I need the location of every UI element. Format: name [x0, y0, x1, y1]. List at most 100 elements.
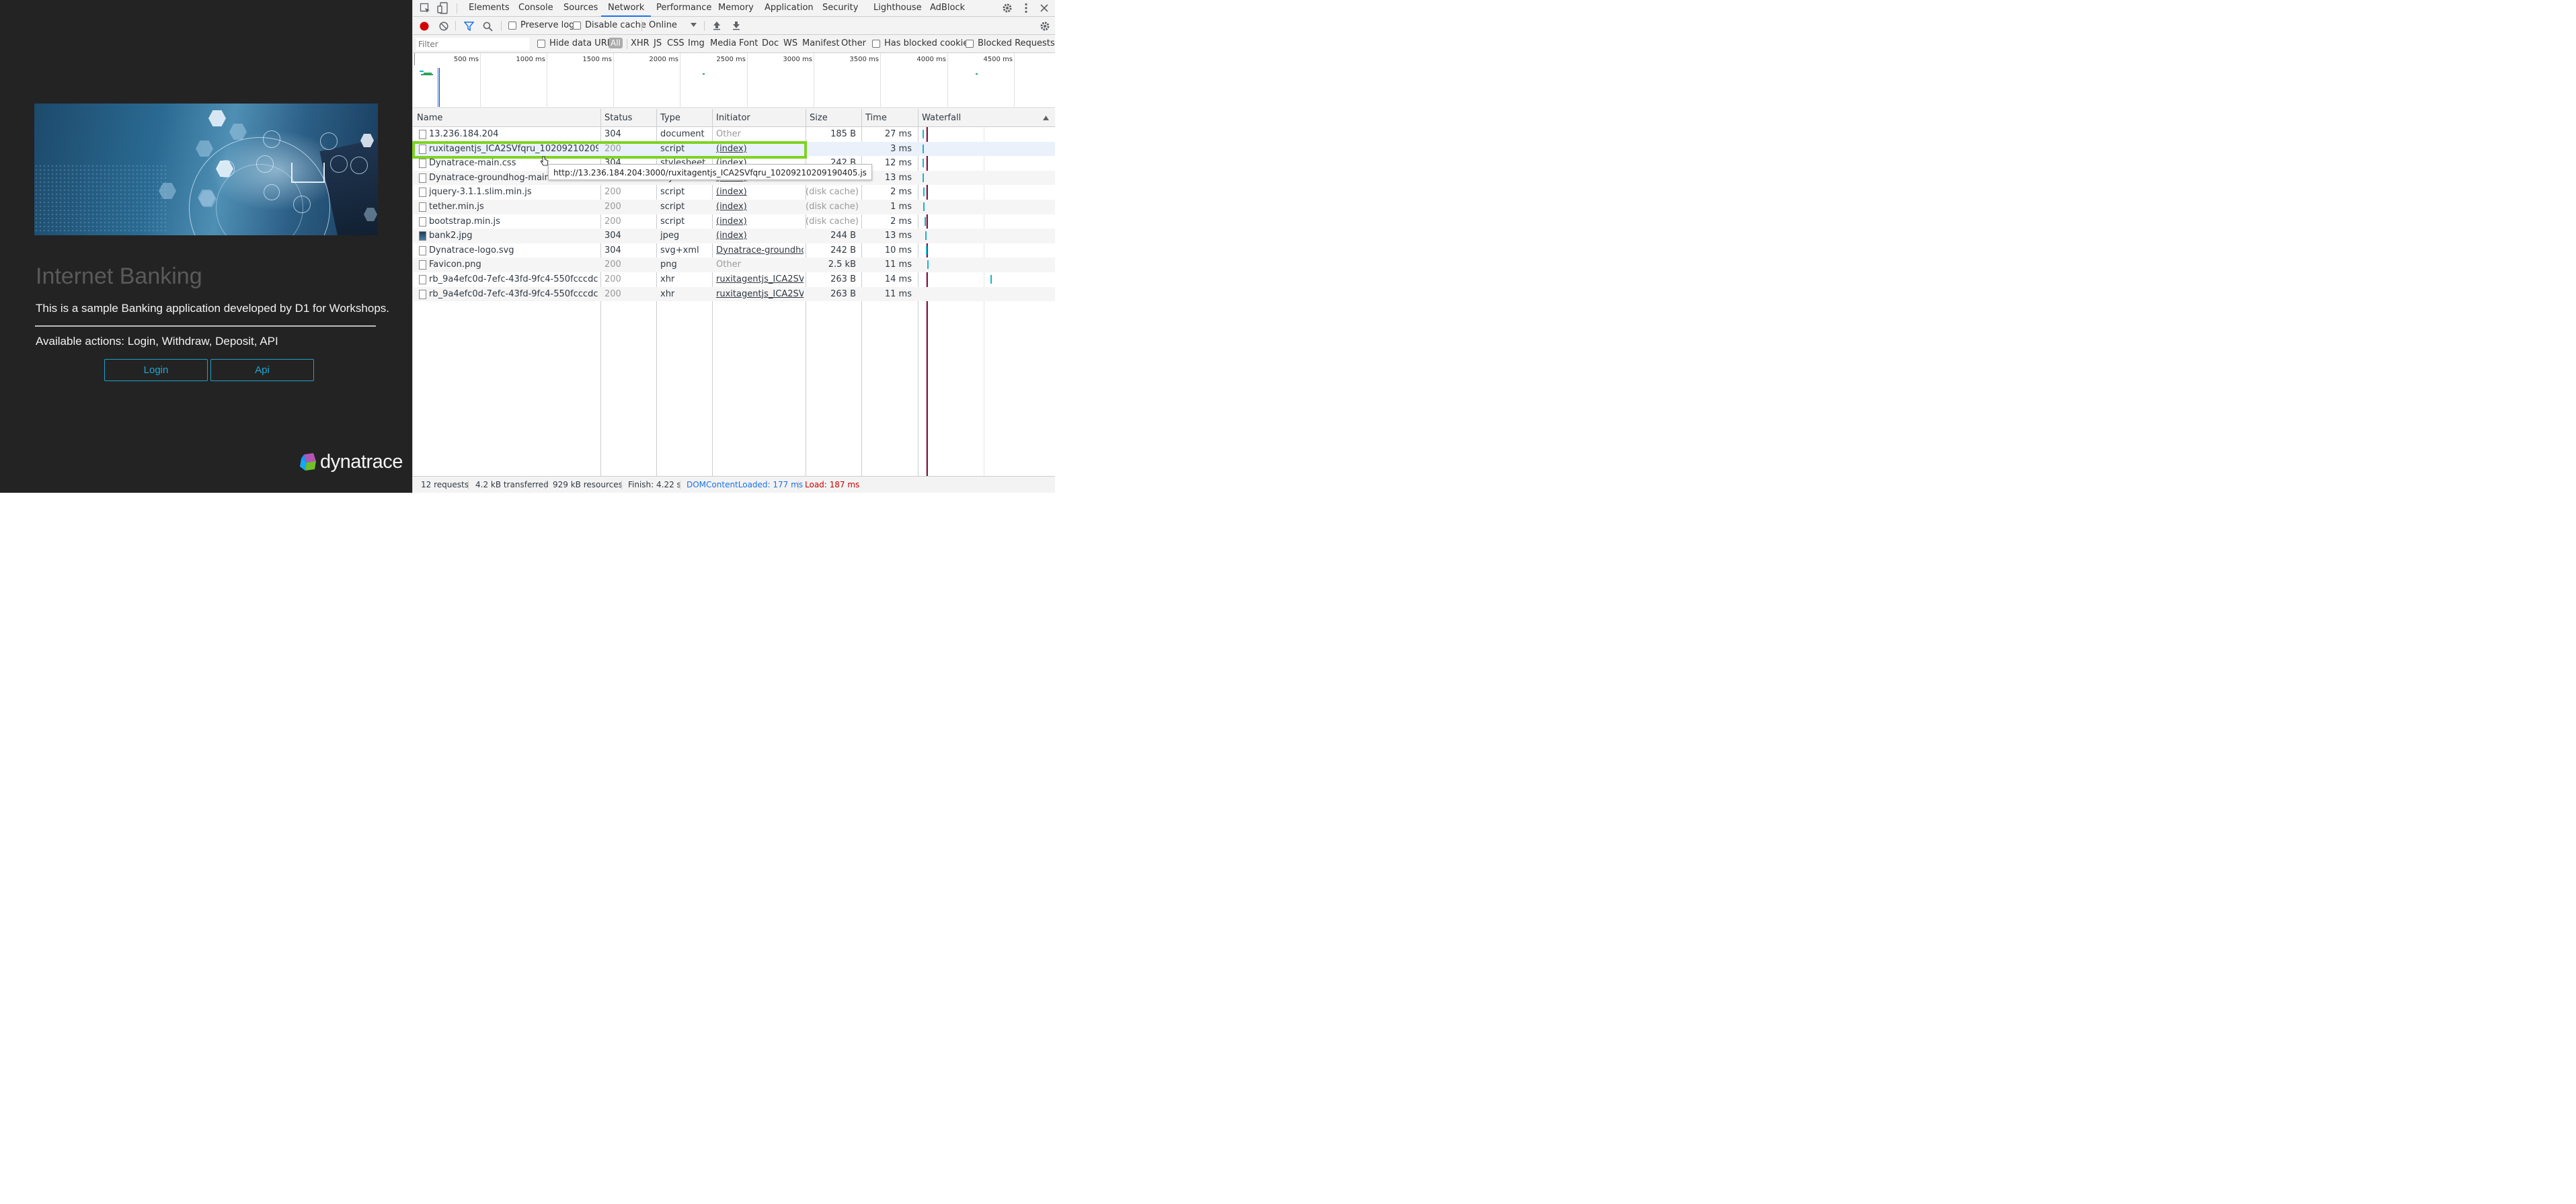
record-icon[interactable] [419, 21, 430, 32]
cell-name: rb_9a4efc0d-7efc-43fd-9fc4-550fcccdcac7?… [429, 288, 598, 299]
filter-type-css[interactable]: CSS [667, 38, 685, 48]
filter-input[interactable] [416, 38, 529, 50]
tab-lighthouse[interactable]: Lighthouse [873, 0, 922, 17]
column-status[interactable]: Status [600, 109, 632, 127]
cell-size: 2.5 kB [828, 259, 856, 270]
cell-status: 200 [604, 187, 621, 198]
web-page: Internet Banking This is a sample Bankin… [0, 0, 412, 493]
api-button[interactable]: Api [210, 359, 314, 381]
filter-icon[interactable] [463, 21, 474, 32]
table-row[interactable]: Dynatrace-logo.svg 304 svg+xml Dynatrace-gr… [413, 243, 1055, 258]
file-icon [419, 159, 426, 169]
filter-type-other[interactable]: Other [841, 38, 866, 48]
divider [35, 325, 376, 327]
tab-application[interactable]: Application [765, 0, 814, 17]
filter-type-js[interactable]: JS [654, 38, 662, 48]
cell-initiator[interactable]: (index) [716, 229, 804, 243]
table-row[interactable]: bootstrap.min.js 200 script (index) (disk ca… [413, 214, 1055, 229]
filter-type-doc[interactable]: Doc [762, 38, 779, 48]
close-devtools-icon[interactable] [1038, 2, 1050, 14]
timeline-overview[interactable]: 500 ms 1000 ms 1500 ms 2000 ms 2500 ms 3… [413, 53, 1055, 108]
waterfall-bar [923, 144, 924, 153]
table-row[interactable]: bank2.jpg 304 jpeg (index) 244 B 13 ms [413, 229, 1055, 243]
cell-initiator[interactable]: Dynatrace-groundho... [716, 243, 804, 258]
waterfall-bar [990, 275, 992, 284]
filter-type-img[interactable]: Img [688, 38, 705, 48]
column-name[interactable]: Name [413, 109, 442, 127]
overview-tick: 3500 ms [849, 56, 879, 63]
status-bar: 12 requests 4.2 kB transferred 929 kB re… [413, 476, 1055, 493]
filter-type-media[interactable]: Media [710, 38, 736, 48]
cell-initiator[interactable]: ruxitagentjs_ICA2SVfq... [716, 272, 804, 287]
inspect-element-icon[interactable] [420, 3, 430, 13]
has-blocked-cookies-checkbox[interactable] [872, 40, 880, 48]
sort-ascending-icon[interactable] [1042, 115, 1049, 121]
cell-type: xhr [660, 288, 675, 299]
clear-icon[interactable] [438, 21, 449, 32]
device-toolbar-icon[interactable] [437, 2, 448, 14]
image-file-icon [419, 231, 426, 241]
tab-security[interactable]: Security [822, 0, 858, 17]
tab-adblock[interactable]: AdBlock [930, 0, 965, 17]
cell-initiator[interactable]: (index) [716, 214, 804, 229]
more-options-icon[interactable] [1021, 2, 1031, 14]
cell-name: rb_9a4efc0d-7efc-43fd-9fc4-550fcccdcac7?… [429, 274, 598, 284]
waterfall-bar [923, 173, 924, 182]
file-icon [419, 289, 426, 299]
preserve-log-checkbox[interactable] [508, 22, 516, 30]
tab-elements[interactable]: Elements [469, 0, 510, 17]
cell-name: Favicon.png [429, 259, 481, 270]
cell-initiator[interactable]: Other [716, 257, 804, 272]
cell-initiator[interactable]: (index) [716, 185, 804, 200]
column-type[interactable]: Type [656, 109, 680, 127]
overview-tick: 1500 ms [582, 56, 612, 63]
cell-name: Dynatrace-logo.svg [429, 245, 514, 255]
cell-time: 14 ms [884, 274, 912, 284]
tab-memory[interactable]: Memory [718, 0, 754, 17]
table-row[interactable]: tether.min.js 200 script (index) (disk cache… [413, 200, 1055, 214]
network-settings-gear-icon[interactable] [1039, 20, 1051, 32]
table-row[interactable]: rb_9a4efc0d-7efc-43fd-9fc4-550fcccdcac7?… [413, 272, 1055, 287]
import-har-icon[interactable] [711, 20, 722, 31]
search-icon[interactable] [482, 21, 493, 32]
throttling-select[interactable]: Online [649, 20, 677, 30]
overview-tick: 4500 ms [983, 56, 1013, 63]
filter-type-all[interactable]: All [609, 38, 623, 48]
cell-type: png [660, 259, 677, 270]
table-row[interactable]: Favicon.png 200 png Other 2.5 kB 11 ms [413, 257, 1055, 272]
disable-cache-checkbox[interactable] [573, 22, 581, 30]
column-time[interactable]: Time [861, 109, 887, 127]
filter-type-ws[interactable]: WS [783, 38, 797, 48]
waterfall-bar [923, 202, 925, 211]
settings-gear-icon[interactable] [1001, 2, 1013, 14]
table-row[interactable]: jquery-3.1.1.slim.min.js 200 script (index)… [413, 185, 1055, 200]
file-icon [419, 275, 426, 284]
filter-type-xhr[interactable]: XHR [631, 38, 650, 48]
blocked-requests-checkbox[interactable] [966, 40, 974, 48]
tab-sources[interactable]: Sources [563, 0, 598, 17]
cell-initiator[interactable]: ruxitagentjs_ICA2SVfq... [716, 287, 804, 302]
table-row[interactable]: 13.236.184.204 304 document Other 185 B 27 ms [413, 127, 1055, 142]
column-initiator[interactable]: Initiator [712, 109, 750, 127]
column-size[interactable]: Size [806, 109, 828, 127]
cell-time: 1 ms [890, 202, 912, 212]
cell-initiator[interactable]: Other [716, 127, 804, 142]
login-button[interactable]: Login [104, 359, 208, 381]
cell-initiator[interactable]: (index) [716, 200, 804, 214]
filter-type-manifest[interactable]: Manifest [802, 38, 839, 48]
tab-console[interactable]: Console [518, 0, 553, 17]
cell-type: script [660, 187, 685, 198]
export-har-icon[interactable] [731, 20, 742, 31]
chevron-down-icon[interactable] [690, 22, 697, 28]
tab-network[interactable]: Network [601, 0, 652, 17]
filter-type-font[interactable]: Font [739, 38, 758, 48]
waterfall-bar [926, 245, 927, 255]
cell-name: tether.min.js [429, 202, 484, 212]
file-icon [419, 130, 426, 139]
table-row[interactable]: rb_9a4efc0d-7efc-43fd-9fc4-550fcccdcac7?… [413, 286, 1055, 302]
column-waterfall[interactable]: Waterfall [918, 109, 961, 127]
disable-cache-label: Disable cache [585, 20, 646, 30]
file-icon [419, 245, 426, 255]
hide-data-urls-checkbox[interactable] [537, 40, 545, 48]
tab-performance[interactable]: Performance [656, 0, 711, 17]
